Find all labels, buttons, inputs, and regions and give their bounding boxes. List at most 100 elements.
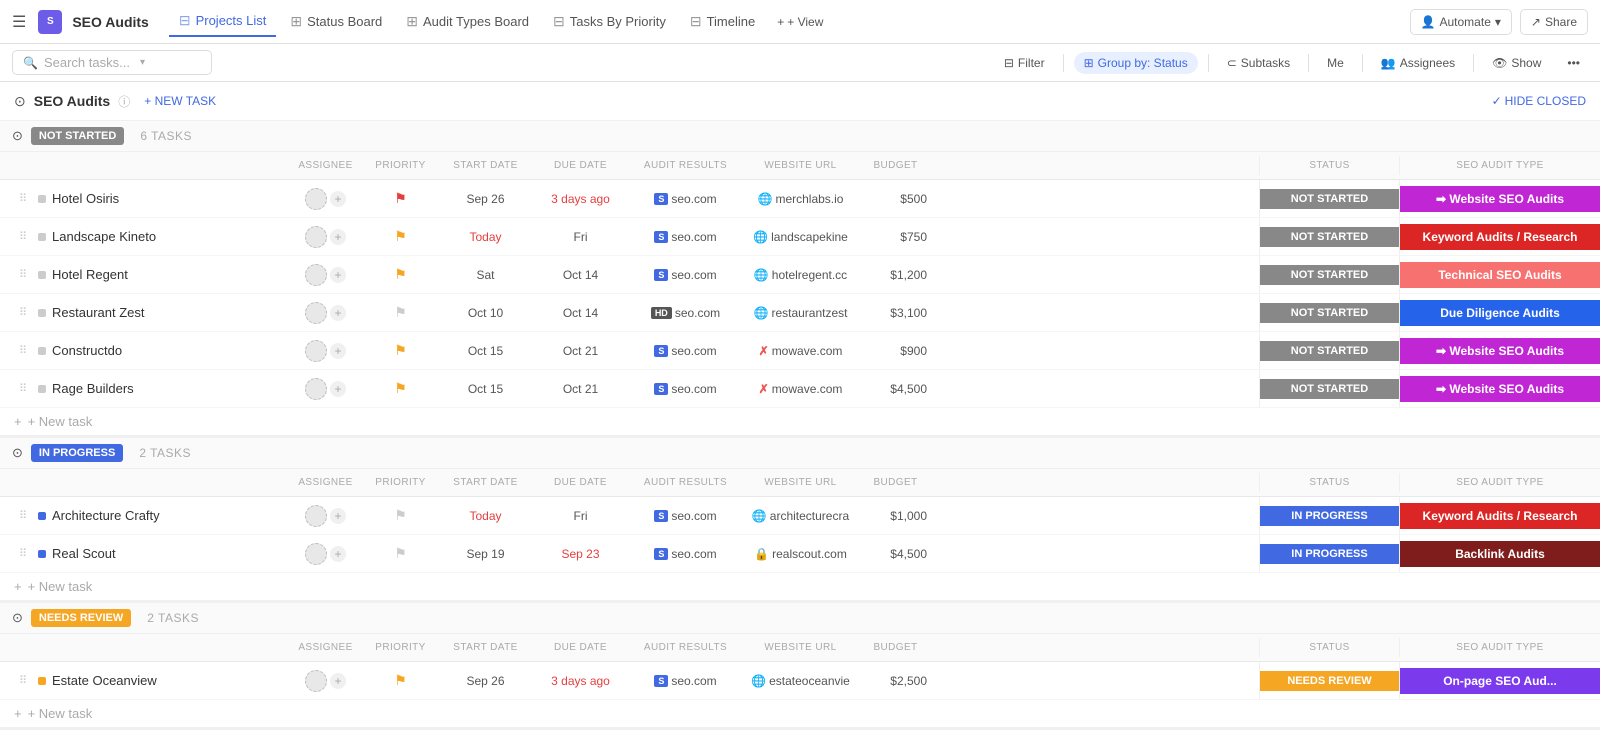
assignee-avatar[interactable] [305,670,327,692]
assignee-avatar[interactable] [305,505,327,527]
tab-audit-types-board[interactable]: ⊞ Audit Types Board [396,7,539,36]
col-priority-header: PRIORITY [363,156,438,175]
status-badge-needs-review[interactable]: NEEDS REVIEW [31,609,131,627]
status-cell[interactable]: IN PROGRESS [1260,535,1400,572]
assignees-button[interactable]: 👥 Assignees [1373,52,1463,74]
status-badge-not-started[interactable]: NOT STARTED [31,127,124,145]
more-options-button[interactable]: ••• [1559,52,1588,74]
audit-results-cell: S seo.com [628,192,743,206]
website-url-text: mowave.com [772,382,843,396]
add-assignee-button[interactable]: + [330,381,346,397]
toolbar-separator-3 [1308,54,1309,72]
new-task-row[interactable]: ++ New task [0,408,1600,436]
assignee-avatar[interactable] [305,226,327,248]
tab-status-board[interactable]: ⊞ Status Board [280,7,392,36]
share-button[interactable]: ↗ Share [1520,9,1588,35]
table-row[interactable]: ⠿ Hotel Osiris + ⚑ Sep 26 3 days ago S s [0,180,1600,218]
status-cell[interactable]: NOT STARTED [1260,180,1400,217]
hide-closed-button[interactable]: ✓ HIDE CLOSED [1492,94,1586,108]
add-assignee-button[interactable]: + [330,305,346,321]
automate-button[interactable]: 👤 Automate ▾ [1410,9,1512,35]
assignee-avatar[interactable] [305,302,327,324]
task-name: Constructdo [52,343,122,358]
table-row[interactable]: ⠿ Estate Oceanview + ⚑ Sep 26 3 days ago… [0,662,1600,700]
audit-type-cell[interactable]: Technical SEO Audits [1400,256,1600,293]
assignee-avatar[interactable] [305,340,327,362]
group-by-button[interactable]: ⊞ Group by: Status [1074,52,1198,74]
globe-icon: 🌐 [758,192,773,206]
table-row[interactable]: ⠿ Real Scout + ⚑ Sep 19 Sep 23 S seo.com [0,535,1600,573]
col-name-header [38,638,288,657]
drag-handle: ⠿ [8,382,38,395]
drag-handle: ⠿ [8,509,38,522]
assignee-avatar[interactable] [305,543,327,565]
assignee-avatar[interactable] [305,378,327,400]
due-date-cell: Oct 14 [533,268,628,282]
add-assignee-button[interactable]: + [330,267,346,283]
audit-type-cell[interactable]: ➡ Website SEO Audits [1400,180,1600,217]
col-status-header: STATUS [1260,473,1400,492]
audit-results-cell: S seo.com [628,509,743,523]
table-row[interactable]: ⠿ Landscape Kineto + ⚑ Today Fri S seo.c [0,218,1600,256]
table-row[interactable]: ⠿ Restaurant Zest + ⚑ Oct 10 Oct 14 HD s [0,294,1600,332]
audit-type-cell[interactable]: ➡ Website SEO Audits [1400,332,1600,369]
status-cell[interactable]: IN PROGRESS [1260,497,1400,534]
show-button[interactable]: 👁 Show [1484,52,1549,74]
add-assignee-button[interactable]: + [330,343,346,359]
project-info-icon[interactable]: ⓘ [118,93,130,110]
add-assignee-button[interactable]: + [330,229,346,245]
section-collapse-icon[interactable]: ⊙ [12,128,23,144]
audit-type-cell[interactable]: Keyword Audits / Research [1400,497,1600,534]
subtasks-button[interactable]: ⊂ Subtasks [1219,52,1298,74]
tab-projects-list[interactable]: ⊟ Projects List [169,6,277,37]
add-view-button[interactable]: + + View [769,10,831,34]
nav-right-actions: 👤 Automate ▾ ↗ Share [1410,9,1588,35]
filter-button[interactable]: ⊟ Filter [996,52,1053,74]
status-cell[interactable]: NOT STARTED [1260,218,1400,255]
add-assignee-button[interactable]: + [330,546,346,562]
table-row[interactable]: ⠿ Hotel Regent + ⚑ Sat Oct 14 S seo.com [0,256,1600,294]
add-assignee-button[interactable]: + [330,673,346,689]
status-cell[interactable]: NOT STARTED [1260,256,1400,293]
section-header: ⊙ IN PROGRESS 2 TASKS [0,438,1600,469]
col-status-header: STATUS [1260,156,1400,175]
audit-type-cell[interactable]: On-page SEO Aud... [1400,662,1600,699]
start-date-cell: Today [438,509,533,523]
tab-tasks-by-priority[interactable]: ⊟ Tasks By Priority [543,7,676,36]
add-assignee-button[interactable]: + [330,191,346,207]
section-collapse-icon[interactable]: ⊙ [12,445,23,461]
new-task-row[interactable]: ++ New task [0,700,1600,728]
new-task-button[interactable]: + NEW TASK [138,92,222,110]
sections-container: ⊙ NOT STARTED 6 TASKS ASSIGNEE PRIORITY … [0,121,1600,730]
tab-timeline[interactable]: ⊟ Timeline [680,7,765,36]
table-row[interactable]: ⠿ Architecture Crafty + ⚑ Today Fri S se [0,497,1600,535]
status-cell[interactable]: NOT STARTED [1260,332,1400,369]
new-task-row[interactable]: ++ New task [0,573,1600,601]
project-collapse-icon[interactable]: ⊙ [14,93,26,110]
audit-type-cell[interactable]: Keyword Audits / Research [1400,218,1600,255]
audit-type-cell[interactable]: ➡ Website SEO Audits [1400,370,1600,407]
audit-results-cell: S seo.com [628,344,743,358]
status-badge-in-progress[interactable]: IN PROGRESS [31,444,123,462]
audit-results-cell: S seo.com [628,674,743,688]
section-collapse-icon[interactable]: ⊙ [12,610,23,626]
assignee-avatar[interactable] [305,264,327,286]
status-cell[interactable]: NOT STARTED [1260,294,1400,331]
assignee-avatar[interactable] [305,188,327,210]
table-row[interactable]: ⠿ Rage Builders + ⚑ Oct 15 Oct 21 S seo. [0,370,1600,408]
search-box[interactable]: 🔍 Search tasks... ▾ [12,50,212,75]
group-by-icon: ⊞ [1084,56,1094,70]
table-row[interactable]: ⠿ Constructdo + ⚑ Oct 15 Oct 21 S seo.co [0,332,1600,370]
audit-results-text: seo.com [671,382,716,396]
menu-icon[interactable]: ☰ [12,12,26,32]
audit-type-label: Backlink Audits [1400,541,1600,567]
status-cell[interactable]: NEEDS REVIEW [1260,662,1400,699]
status-cell[interactable]: NOT STARTED [1260,370,1400,407]
audit-type-cell[interactable]: Due Diligence Audits [1400,294,1600,331]
audit-results-text: seo.com [671,268,716,282]
add-assignee-button[interactable]: + [330,508,346,524]
globe-icon: 🌐 [754,268,769,282]
audit-type-cell[interactable]: Backlink Audits [1400,535,1600,572]
me-button[interactable]: Me [1319,52,1352,74]
audit-results-cell: S seo.com [628,230,743,244]
